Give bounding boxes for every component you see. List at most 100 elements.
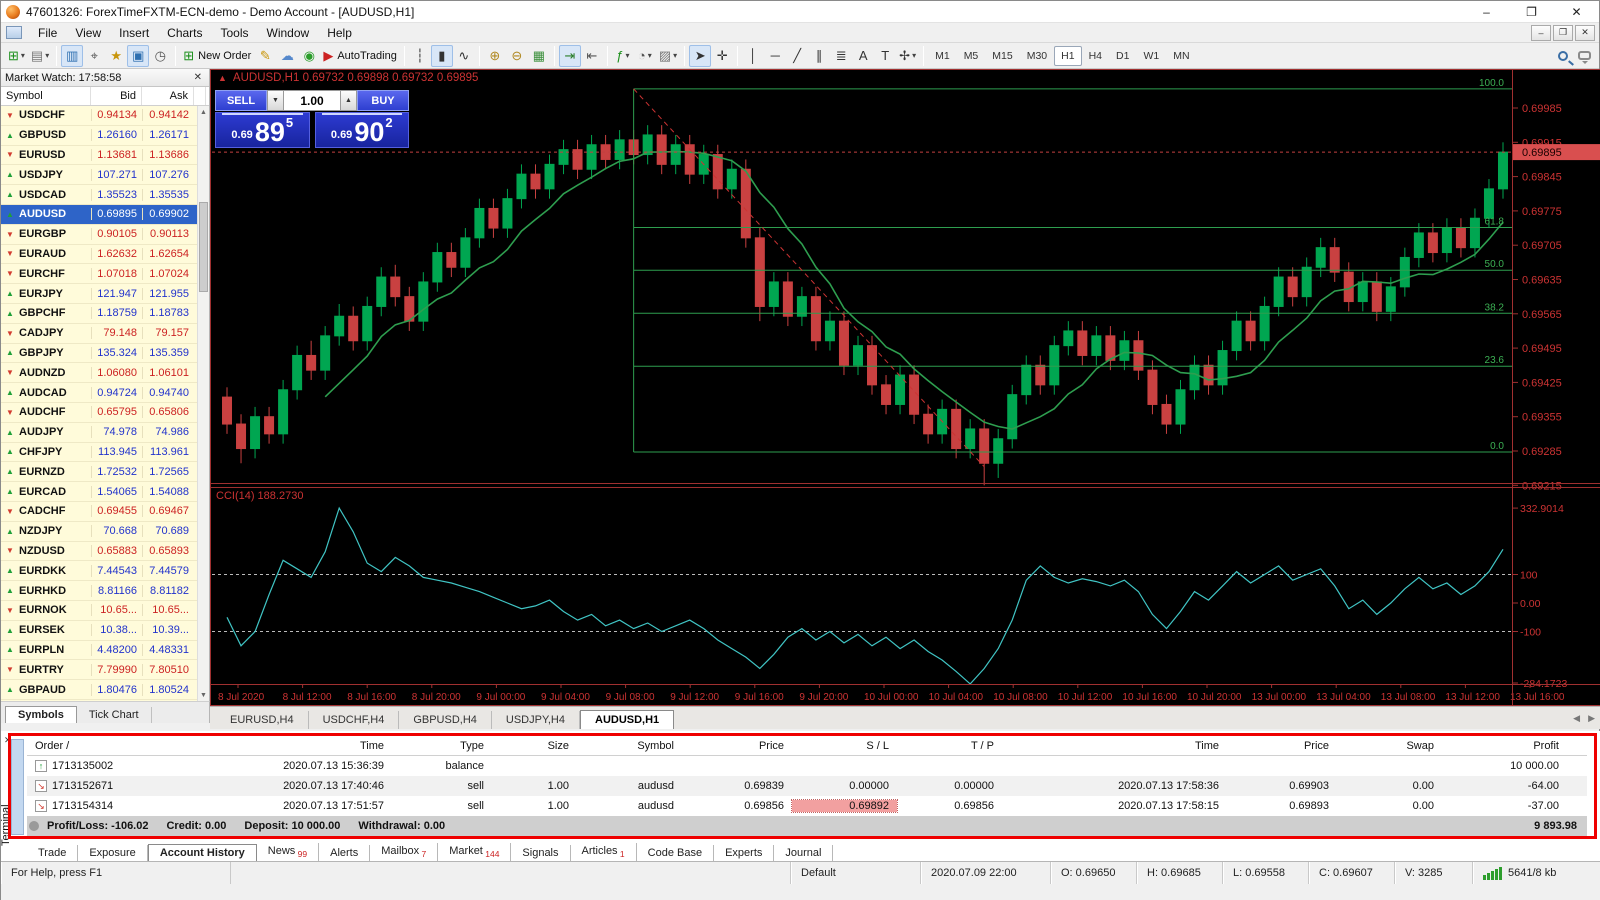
menu-item-charts[interactable]: Charts [158, 24, 211, 42]
scroll-up-icon[interactable]: ▲ [198, 106, 209, 118]
candlestick-mode-button[interactable]: ▮ [430, 44, 453, 67]
volume-decrease-button[interactable]: ▼ [267, 90, 284, 111]
column-header-symbol[interactable]: Symbol [577, 740, 682, 752]
vertical-line-tool-button[interactable]: │ [742, 45, 764, 67]
buy-button[interactable]: BUY [357, 90, 409, 111]
minimize-button[interactable]: – [1464, 1, 1509, 22]
profiles-button[interactable]: ▤ ▾ [28, 45, 52, 67]
terminal-tab-account-history[interactable]: Account History [147, 844, 257, 862]
chart-shift-button[interactable]: ⇤ [581, 45, 603, 67]
chat-icon[interactable] [1578, 51, 1591, 64]
terminal-tab-code-base[interactable]: Code Base [637, 845, 715, 862]
scrollbar-thumb[interactable] [199, 202, 208, 292]
market-watch-row-chfjpy[interactable]: ▲ CHFJPY 113.945 113.961 [1, 442, 209, 463]
terminal-tab-market[interactable]: Market 144 [438, 843, 512, 862]
column-header-profit[interactable]: Profit [1442, 740, 1567, 752]
timeframe-d1-button[interactable]: D1 [1109, 46, 1136, 66]
timeframe-h4-button[interactable]: H4 [1082, 46, 1109, 66]
market-watch-row-eurpln[interactable]: ▲ EURPLN 4.48200 4.48331 [1, 640, 209, 661]
buy-price-display[interactable]: 0.69 90 2 [314, 112, 409, 148]
terminal-tab-news[interactable]: News 99 [257, 843, 320, 862]
column-header-price[interactable]: Price [682, 740, 792, 752]
market-watch-tab-symbols[interactable]: Symbols [5, 706, 77, 723]
menu-item-file[interactable]: File [29, 24, 66, 42]
market-watch-row-eurjpy[interactable]: ▲ EURJPY 121.947 121.955 [1, 284, 209, 304]
new-order-button[interactable]: ⊞ New Order [180, 45, 254, 67]
chart-tab-usdjpy-h4[interactable]: USDJPY,H4 [492, 711, 580, 729]
timeframe-m5-button[interactable]: M5 [957, 46, 986, 66]
market-watch-row-euraud[interactable]: ▼ EURAUD 1.62632 1.62654 [1, 244, 209, 265]
zoom-out-button[interactable]: ⊖ [506, 45, 528, 67]
timeframe-mn-button[interactable]: MN [1166, 46, 1196, 66]
market-watch-row-nzdusd[interactable]: ▼ NZDUSD 0.65883 0.65893 [1, 541, 209, 562]
close-button[interactable]: ✕ [1554, 1, 1599, 22]
menu-item-window[interactable]: Window [258, 24, 319, 42]
column-header-time[interactable]: Time [1002, 740, 1227, 752]
crosshair-tool-button[interactable]: ✛ [711, 45, 733, 67]
column-header-price[interactable]: Price [1227, 740, 1337, 752]
text-tool-button[interactable]: A [852, 45, 874, 67]
metaeditor-button[interactable]: ✎ [254, 45, 276, 67]
market-watch-row-audjpy[interactable]: ▲ AUDJPY 74.978 74.986 [1, 422, 209, 443]
market-watch-scrollbar[interactable]: ▲ ▼ [197, 106, 209, 701]
menu-item-help[interactable]: Help [318, 24, 361, 42]
market-watch-row-eurhkd[interactable]: ▲ EURHKD 8.81166 8.81182 [1, 581, 209, 601]
timeframe-m1-button[interactable]: M1 [928, 46, 957, 66]
terminal-tab-exposure[interactable]: Exposure [78, 845, 148, 862]
column-header-ask[interactable]: Ask [142, 87, 194, 105]
market-watch-row-eurdkk[interactable]: ▲ EURDKK 7.44543 7.44579 [1, 561, 209, 582]
label-tool-button[interactable]: T [874, 45, 896, 67]
market-watch-row-eursek[interactable]: ▲ EURSEK 10.38... 10.39... [1, 620, 209, 641]
terminal-tab-articles[interactable]: Articles 1 [571, 843, 637, 862]
chart-tab-eurusd-h4[interactable]: EURUSD,H4 [216, 711, 309, 729]
market-watch-row-eurnzd[interactable]: ▲ EURNZD 1.72532 1.72565 [1, 462, 209, 483]
volume-increase-button[interactable]: ▲ [340, 90, 357, 111]
market-watch-tab-tick-chart[interactable]: Tick Chart [77, 707, 152, 723]
periods-button[interactable]: ◔ ▾ [634, 45, 656, 67]
market-watch-close-icon[interactable]: ✕ [191, 72, 205, 83]
signals-button[interactable]: ◉ [298, 45, 320, 67]
market-watch-row-audcad[interactable]: ▲ AUDCAD 0.94724 0.94740 [1, 383, 209, 403]
line-chart-mode-button[interactable]: ∿ [453, 45, 475, 67]
volume-input[interactable]: 1.00 [284, 90, 340, 111]
market-watch-row-gbpchf[interactable]: ▲ GBPCHF 1.18759 1.18783 [1, 303, 209, 324]
column-header-order[interactable]: Order / [27, 740, 167, 752]
market-watch-row-eurgbp[interactable]: ▼ EURGBP 0.90105 0.90113 [1, 224, 209, 245]
channel-tool-button[interactable]: ∥ [808, 45, 830, 67]
market-watch-row-eurnok[interactable]: ▼ EURNOK 10.65... 10.65... [1, 600, 209, 621]
bar-chart-mode-button[interactable]: ┆ [409, 45, 431, 67]
column-header-type[interactable]: Type [392, 740, 492, 752]
autotrading-button[interactable]: ▶ AutoTrading [320, 45, 400, 67]
terminal-tab-journal[interactable]: Journal [774, 845, 834, 862]
market-watch-row-cadchf[interactable]: ▼ CADCHF 0.69455 0.69467 [1, 501, 209, 522]
market-watch-row-eurtry[interactable]: ▼ EURTRY 7.79990 7.80510 [1, 660, 209, 681]
cursor-tool-button[interactable]: ➤ [689, 44, 712, 67]
terminal-tab-signals[interactable]: Signals [511, 845, 571, 862]
terminal-tab-experts[interactable]: Experts [714, 845, 775, 862]
navigator-button[interactable]: ★ [105, 45, 127, 67]
chart-tab-audusd-h1[interactable]: AUDUSD,H1 [580, 710, 675, 729]
column-header-swap[interactable]: Swap [1337, 740, 1442, 752]
timeframe-w1-button[interactable]: W1 [1136, 46, 1166, 66]
terminal-tab-trade[interactable]: Trade [27, 845, 79, 862]
column-header-size[interactable]: Size [492, 740, 577, 752]
market-watch-row-gbpaud[interactable]: ▲ GBPAUD 1.80476 1.80524 [1, 680, 209, 700]
fibonacci-tool-button[interactable]: ≣ [830, 45, 852, 67]
history-row-1713152671[interactable]: ↘ 1713152671 2020.07.13 17:40:46 sell 1.00 au… [27, 776, 1587, 796]
market-watch-row-cadjpy[interactable]: ▼ CADJPY 79.148 79.157 [1, 323, 209, 344]
history-row-1713154314[interactable]: ↘ 1713154314 2020.07.13 17:51:57 sell 1.00 au… [27, 796, 1587, 816]
terminal-tab-alerts[interactable]: Alerts [319, 845, 371, 862]
market-watch-row-gbpjpy[interactable]: ▲ GBPJPY 135.324 135.359 [1, 343, 209, 364]
market-watch-row-usdcad[interactable]: ▲ USDCAD 1.35523 1.35535 [1, 185, 209, 205]
market-watch-row-usdchf[interactable]: ▼ USDCHF 0.94134 0.94142 [1, 106, 209, 126]
market-watch-row-eurusd[interactable]: ▼ EURUSD 1.13681 1.13686 [1, 145, 209, 166]
timeframe-h1-button[interactable]: H1 [1054, 45, 1082, 66]
market-watch-row-gbpusd[interactable]: ▲ GBPUSD 1.26160 1.26171 [1, 125, 209, 146]
menu-item-view[interactable]: View [66, 24, 110, 42]
chart-window[interactable]: 100.0 61.8 50.0 38.2 23.6 0.0 0.69985 0.69915 0.… [210, 69, 1600, 706]
search-icon[interactable] [1558, 50, 1568, 61]
sell-price-display[interactable]: 0.69 89 5 [215, 112, 310, 148]
timeframe-m15-button[interactable]: M15 [985, 46, 1019, 66]
column-header-symbol[interactable]: Symbol [1, 87, 91, 105]
terminal-toggle-button[interactable]: ▣ [127, 44, 150, 67]
